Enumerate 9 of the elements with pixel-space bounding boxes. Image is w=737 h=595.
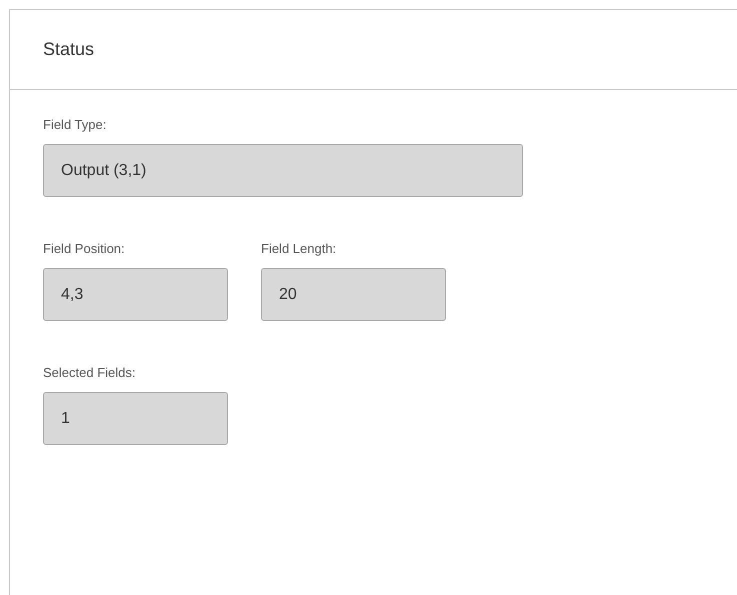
field-label: Field Type: [43,117,108,132]
readonly-field[interactable]: 20 [261,268,446,321]
field-label: Field Length: [261,241,338,256]
panel-title: Status [43,39,94,60]
field-label: Selected Fields: [43,365,136,380]
readonly-field[interactable]: Output (3,1) [43,144,523,197]
readonly-field[interactable]: 1 [43,392,228,445]
field-label: Field Position: [43,241,126,256]
readonly-field[interactable]: 4,3 [43,268,228,321]
